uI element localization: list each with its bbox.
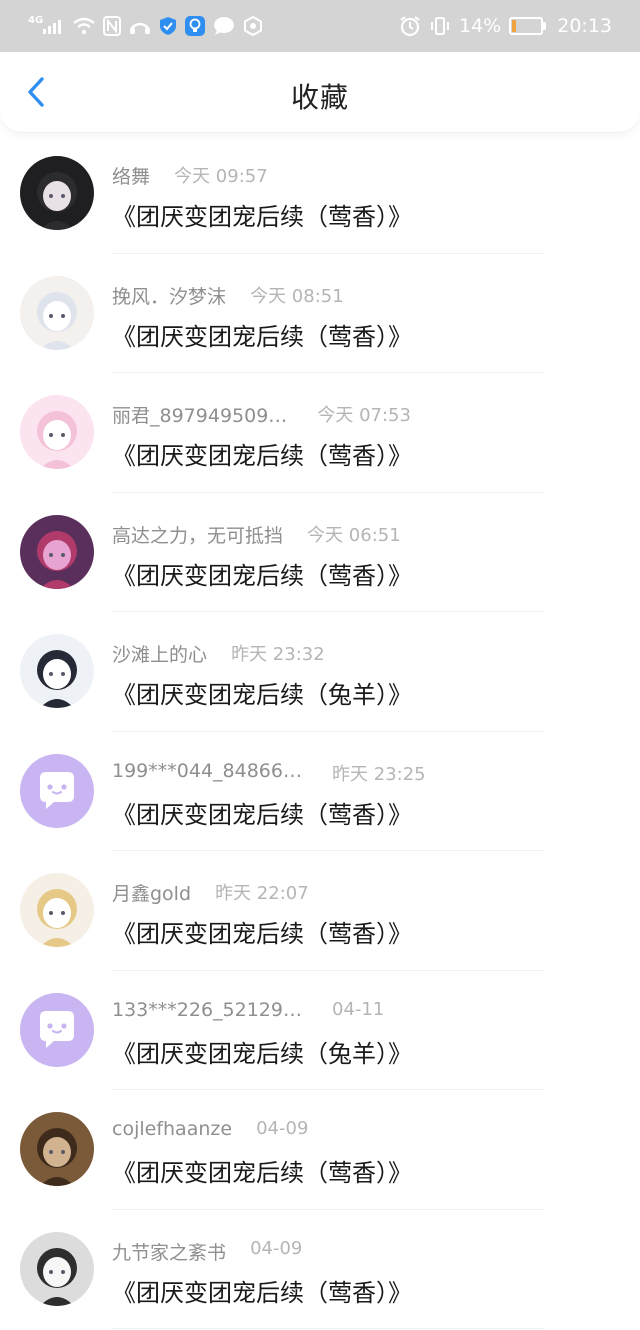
user-name[interactable]: 丽君_897949509… xyxy=(112,401,287,428)
avatar-image xyxy=(20,1231,94,1306)
hexagon-icon xyxy=(243,16,263,36)
user-name[interactable]: 沙滩上的心 xyxy=(112,640,207,667)
post-time: 今天 06:51 xyxy=(307,524,401,546)
battery-icon xyxy=(509,17,547,35)
user-name[interactable]: 133***226_52129… xyxy=(112,999,302,1021)
default-avatar[interactable] xyxy=(20,753,94,828)
list-item[interactable]: 丽君_897949509… 今天 07:53 《团厌变团宠后续（莺香）》 xyxy=(0,373,640,493)
item-title[interactable]: 《团厌变团宠后续（兔羊）》 xyxy=(112,1034,412,1069)
avatar-image xyxy=(20,634,94,708)
clock: 20:13 xyxy=(557,15,612,37)
avatar-image xyxy=(20,275,94,350)
user-name[interactable]: 挽风．汐梦沫 xyxy=(112,282,226,309)
item-title[interactable]: 《团厌变团宠后续（兔羊）》 xyxy=(112,675,412,710)
list-item[interactable]: 九节家之紊书 04-09 《团厌变团宠后续（莺香）》 xyxy=(0,1210,640,1329)
user-name[interactable]: 高达之力，无可抵挡 xyxy=(112,521,283,548)
item-title[interactable]: 《团厌变团宠后续（莺香）》 xyxy=(112,1273,412,1308)
avatar-image xyxy=(20,514,94,589)
divider xyxy=(112,1328,544,1329)
list-item[interactable]: 络舞 今天 09:57 《团厌变团宠后续（莺香）》 xyxy=(0,134,640,254)
avatar[interactable] xyxy=(20,1112,94,1186)
chat-bubble-icon xyxy=(213,16,235,36)
avatar[interactable] xyxy=(20,873,94,947)
item-meta: 丽君_897949509… 今天 07:53 xyxy=(112,401,620,429)
post-time: 04-11 xyxy=(332,998,385,1020)
item-title[interactable]: 《团厌变团宠后续（莺香）》 xyxy=(112,197,412,232)
list-item[interactable]: 133***226_52129… 04-11 《团厌变团宠后续（兔羊）》 xyxy=(0,971,640,1090)
post-time: 昨天 22:07 xyxy=(215,883,309,904)
post-time: 昨天 23:25 xyxy=(332,763,426,785)
bulb-icon xyxy=(185,16,206,36)
list-item[interactable]: cojlefhaanze 04-09 《团厌变团宠后续（莺香）》 xyxy=(0,1090,640,1210)
item-title[interactable]: 《团厌变团宠后续（莺香）》 xyxy=(112,317,412,352)
header-bar: 收藏 xyxy=(0,52,640,133)
item-meta: 挽风．汐梦沫 今天 08:51 xyxy=(112,282,620,310)
user-name[interactable]: 月鑫gold xyxy=(112,879,191,906)
avatar[interactable] xyxy=(20,634,94,708)
item-title[interactable]: 《团厌变团宠后续（莺香）》 xyxy=(112,1153,412,1188)
headset-icon xyxy=(129,17,151,35)
list-item[interactable]: 沙滩上的心 昨天 23:32 《团厌变团宠后续（兔羊）》 xyxy=(0,612,640,732)
chat-face-icon xyxy=(20,992,94,1067)
avatar[interactable] xyxy=(20,395,94,469)
avatar[interactable] xyxy=(20,275,94,350)
user-name[interactable]: cojlefhaanze xyxy=(112,1118,232,1140)
avatar[interactable] xyxy=(20,514,94,589)
battery-percent: 14% xyxy=(459,15,502,37)
item-meta: 高达之力，无可抵挡 今天 06:51 xyxy=(112,521,620,549)
user-name[interactable]: 199***044_84866… xyxy=(112,760,302,782)
vibrate-icon xyxy=(429,16,451,36)
default-avatar[interactable] xyxy=(20,992,94,1067)
battery-fill xyxy=(512,20,517,32)
chat-face-icon xyxy=(20,753,94,828)
avatar-image xyxy=(20,395,94,469)
alarm-icon xyxy=(399,15,421,37)
list-item[interactable]: 高达之力，无可抵挡 今天 06:51 《团厌变团宠后续（莺香）》 xyxy=(0,493,640,612)
post-time: 04-09 xyxy=(250,1237,303,1259)
status-bar: 4G 14% 20:13 xyxy=(0,0,640,52)
shield-icon xyxy=(159,16,177,36)
wifi-icon xyxy=(73,17,95,35)
network-type: 4G xyxy=(28,15,44,26)
item-title[interactable]: 《团厌变团宠后续（莺香）》 xyxy=(112,556,412,591)
avatar-image xyxy=(20,873,94,947)
post-time: 今天 08:51 xyxy=(250,285,344,307)
signal-icon: 4G xyxy=(28,15,65,34)
avatar[interactable] xyxy=(20,1231,94,1306)
item-meta: 月鑫gold 昨天 22:07 xyxy=(112,879,620,907)
post-time: 今天 07:53 xyxy=(317,405,411,426)
post-time: 昨天 23:32 xyxy=(231,644,325,665)
item-meta: cojlefhaanze 04-09 xyxy=(112,1118,620,1146)
favorites-list: 络舞 今天 09:57 《团厌变团宠后续（莺香）》 挽风．汐梦沫 今天 08:5… xyxy=(0,134,640,1329)
avatar-image xyxy=(20,156,94,230)
post-time: 04-09 xyxy=(256,1118,309,1139)
item-meta: 九节家之紊书 04-09 xyxy=(112,1238,620,1266)
user-name[interactable]: 九节家之紊书 xyxy=(112,1238,226,1265)
avatar-image xyxy=(20,1112,94,1186)
item-meta: 199***044_84866… 昨天 23:25 xyxy=(112,760,620,788)
item-meta: 133***226_52129… 04-11 xyxy=(112,999,620,1027)
item-title[interactable]: 《团厌变团宠后续（莺香）》 xyxy=(112,436,412,471)
list-item[interactable]: 挽风．汐梦沫 今天 08:51 《团厌变团宠后续（莺香）》 xyxy=(0,254,640,373)
nfc-icon xyxy=(103,16,122,36)
list-item[interactable]: 月鑫gold 昨天 22:07 《团厌变团宠后续（莺香）》 xyxy=(0,851,640,971)
item-title[interactable]: 《团厌变团宠后续（莺香）》 xyxy=(112,795,412,830)
item-meta: 沙滩上的心 昨天 23:32 xyxy=(112,640,620,668)
item-title[interactable]: 《团厌变团宠后续（莺香）》 xyxy=(112,914,412,949)
item-meta: 络舞 今天 09:57 xyxy=(112,162,620,190)
user-name[interactable]: 络舞 xyxy=(112,162,150,189)
avatar[interactable] xyxy=(20,156,94,230)
list-item[interactable]: 199***044_84866… 昨天 23:25 《团厌变团宠后续（莺香）》 xyxy=(0,732,640,851)
post-time: 今天 09:57 xyxy=(174,166,268,187)
page-title: 收藏 xyxy=(290,81,349,114)
